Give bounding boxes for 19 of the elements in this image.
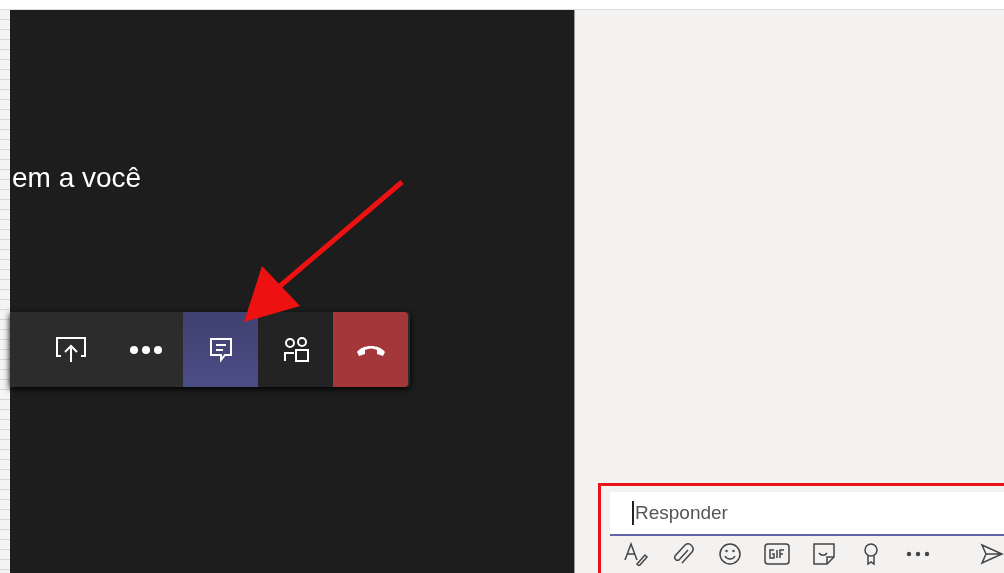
emoji-icon[interactable] xyxy=(717,542,742,566)
share-screen-icon xyxy=(53,334,88,365)
participants-button[interactable] xyxy=(258,312,333,387)
chat-button[interactable] xyxy=(183,312,258,387)
badge-icon[interactable] xyxy=(861,542,880,566)
paperclip-icon[interactable] xyxy=(671,542,694,566)
reply-field[interactable]: Responder xyxy=(610,492,1004,536)
text-cursor xyxy=(632,501,634,525)
more-icon xyxy=(128,344,163,355)
sticker-icon[interactable] xyxy=(811,542,836,566)
video-caption: em a você xyxy=(12,162,143,194)
participants-icon xyxy=(281,335,310,364)
chat-icon xyxy=(207,335,234,364)
placeholder: Responder xyxy=(635,502,728,524)
send-icon[interactable] xyxy=(980,543,1004,565)
format-icon[interactable] xyxy=(622,542,649,566)
more-icon[interactable] xyxy=(905,551,930,557)
hangup-button[interactable] xyxy=(333,312,408,387)
gif-icon[interactable] xyxy=(763,543,790,565)
